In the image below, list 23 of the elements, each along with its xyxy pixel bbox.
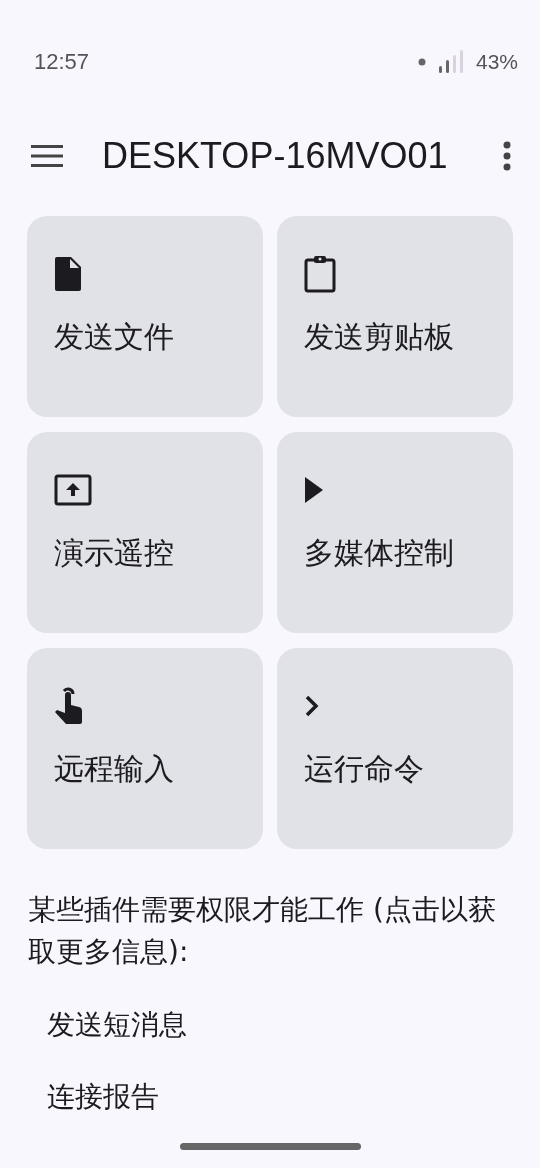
permission-item[interactable]: 连接报告	[47, 1077, 540, 1117]
action-card[interactable]: 发送剪贴板	[277, 216, 513, 417]
menu-icon[interactable]	[31, 144, 63, 168]
signal-icon	[437, 50, 464, 74]
permissions-note[interactable]: 某些插件需要权限才能工作 (点击以获取更多信息):	[28, 889, 513, 973]
action-card[interactable]: 多媒体控制	[277, 432, 513, 633]
chevron-right-icon	[304, 694, 320, 718]
action-card[interactable]: 远程输入	[27, 648, 263, 849]
permission-item[interactable]: 发送短消息	[47, 1005, 540, 1045]
notification-dot-icon	[417, 58, 426, 66]
file-icon	[54, 257, 82, 291]
presentation-upload-icon	[54, 474, 92, 506]
clipboard-icon	[304, 255, 336, 293]
play-icon	[304, 476, 324, 504]
action-card[interactable]: 运行命令	[277, 648, 513, 849]
touch-icon	[54, 687, 84, 725]
device-title: DESKTOP-16MVO01	[102, 135, 449, 177]
battery-percent: 43%	[475, 50, 518, 74]
status-time: 12:57	[34, 49, 90, 75]
action-card[interactable]: 发送文件	[27, 216, 263, 417]
more-options-icon[interactable]	[502, 141, 512, 171]
gesture-handle[interactable]	[180, 1143, 361, 1150]
action-card[interactable]: 演示遥控	[27, 432, 263, 633]
